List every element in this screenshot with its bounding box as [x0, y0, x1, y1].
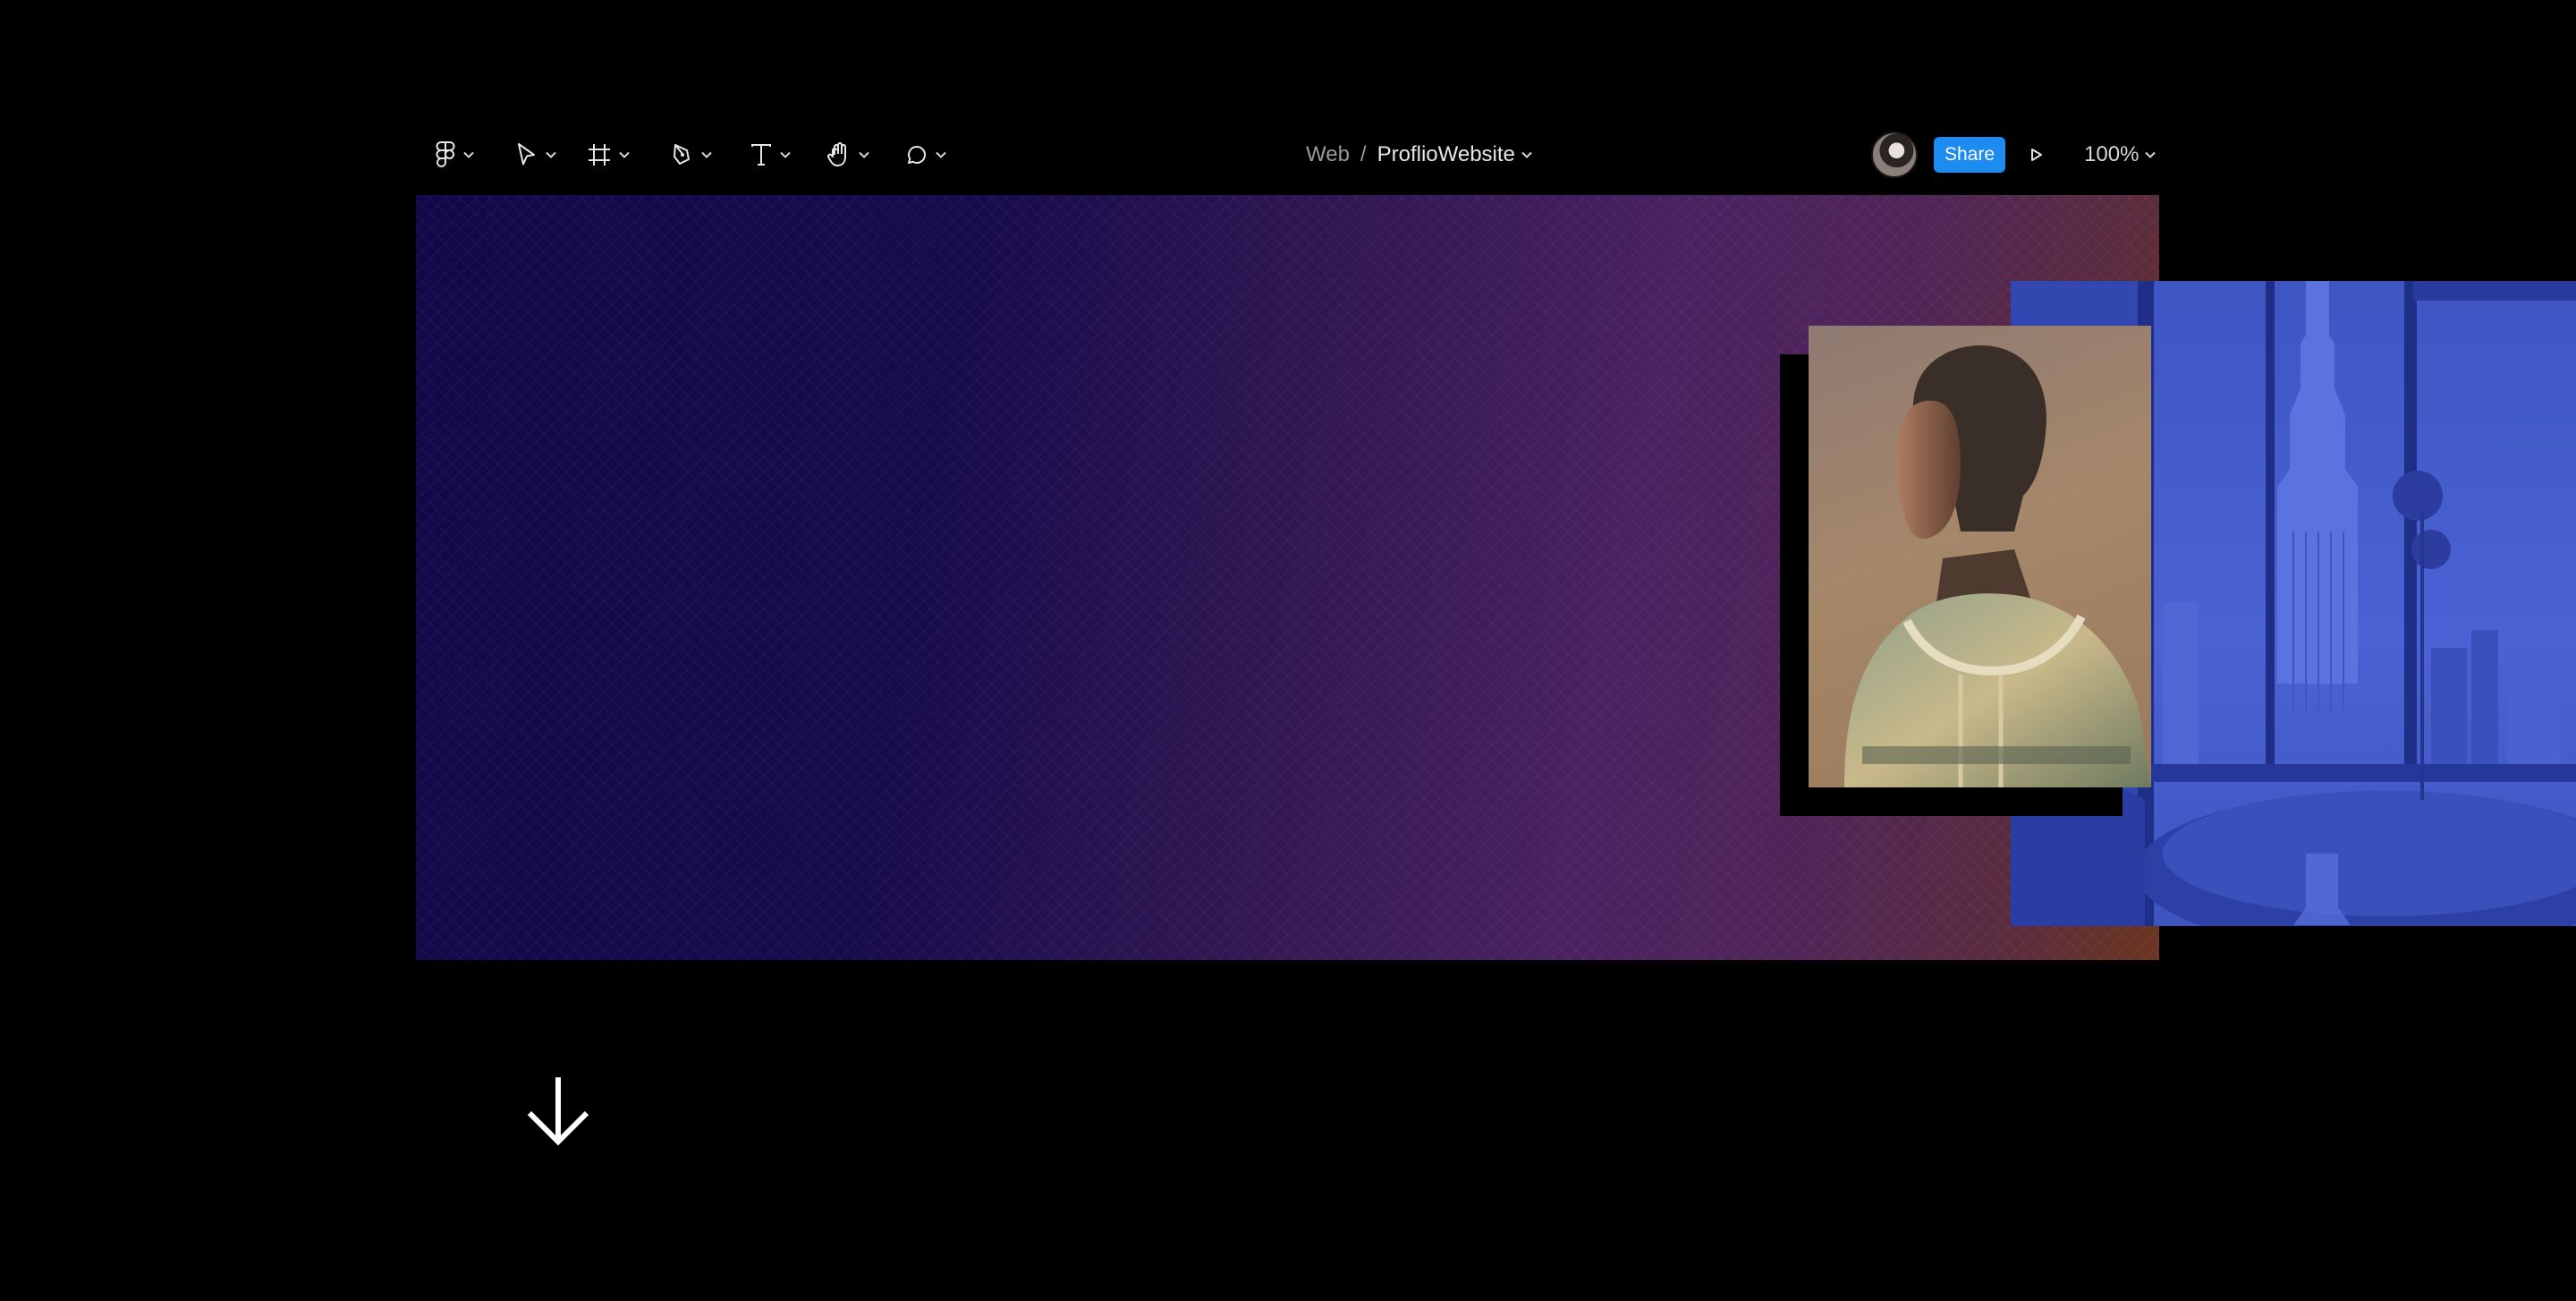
- zoom-dropdown[interactable]: 100%: [2084, 142, 2157, 167]
- move-tool-button[interactable]: [516, 132, 557, 177]
- share-button[interactable]: Share: [1934, 137, 2006, 173]
- play-icon[interactable]: [2029, 146, 2045, 164]
- chevron-down-icon: [780, 151, 791, 158]
- text-tool-button[interactable]: [750, 132, 792, 177]
- chevron-down-icon: [1521, 151, 1532, 158]
- hand-tool-button[interactable]: [827, 132, 870, 177]
- chevron-down-icon: [2145, 151, 2157, 158]
- portrait-photo[interactable]: [1809, 326, 2151, 787]
- breadcrumb-separator: /: [1360, 142, 1367, 166]
- editor-toolbar: Web / ProflioWebsite Share 100%: [416, 132, 2158, 178]
- arrow-down-icon[interactable]: [526, 1074, 590, 1145]
- toolbar-right-group: Share 100%: [1871, 132, 2157, 178]
- frame-icon: [589, 144, 610, 166]
- chevron-down-icon: [859, 151, 869, 158]
- project-name-dropdown[interactable]: ProflioWebsite: [1377, 142, 1533, 167]
- main-menu-button[interactable]: [436, 132, 475, 177]
- chevron-down-icon: [619, 151, 630, 158]
- figma-editor-page: Web / ProflioWebsite Share 100%: [0, 0, 2576, 1301]
- chevron-down-icon: [463, 151, 474, 158]
- chevron-down-icon: [936, 151, 946, 158]
- figma-logo-icon: [436, 141, 455, 167]
- move-cursor-icon: [518, 143, 535, 166]
- chevron-down-icon: [701, 151, 712, 158]
- portrait-person-image: [1844, 345, 2151, 787]
- project-name: ProflioWebsite: [1377, 142, 1515, 166]
- breadcrumb: Web / ProflioWebsite: [1306, 132, 1533, 177]
- breadcrumb-team[interactable]: Web: [1306, 142, 1350, 167]
- pen-icon: [674, 144, 690, 165]
- comment-tool-button[interactable]: [906, 132, 947, 177]
- user-avatar[interactable]: [1871, 132, 1918, 178]
- frame-tool-button[interactable]: [588, 132, 631, 177]
- comment-icon: [908, 146, 926, 164]
- hand-icon: [827, 142, 846, 166]
- text-icon: [751, 144, 771, 166]
- zoom-level: 100%: [2084, 142, 2140, 166]
- chevron-down-icon: [546, 151, 556, 158]
- pen-tool-button[interactable]: [672, 132, 713, 177]
